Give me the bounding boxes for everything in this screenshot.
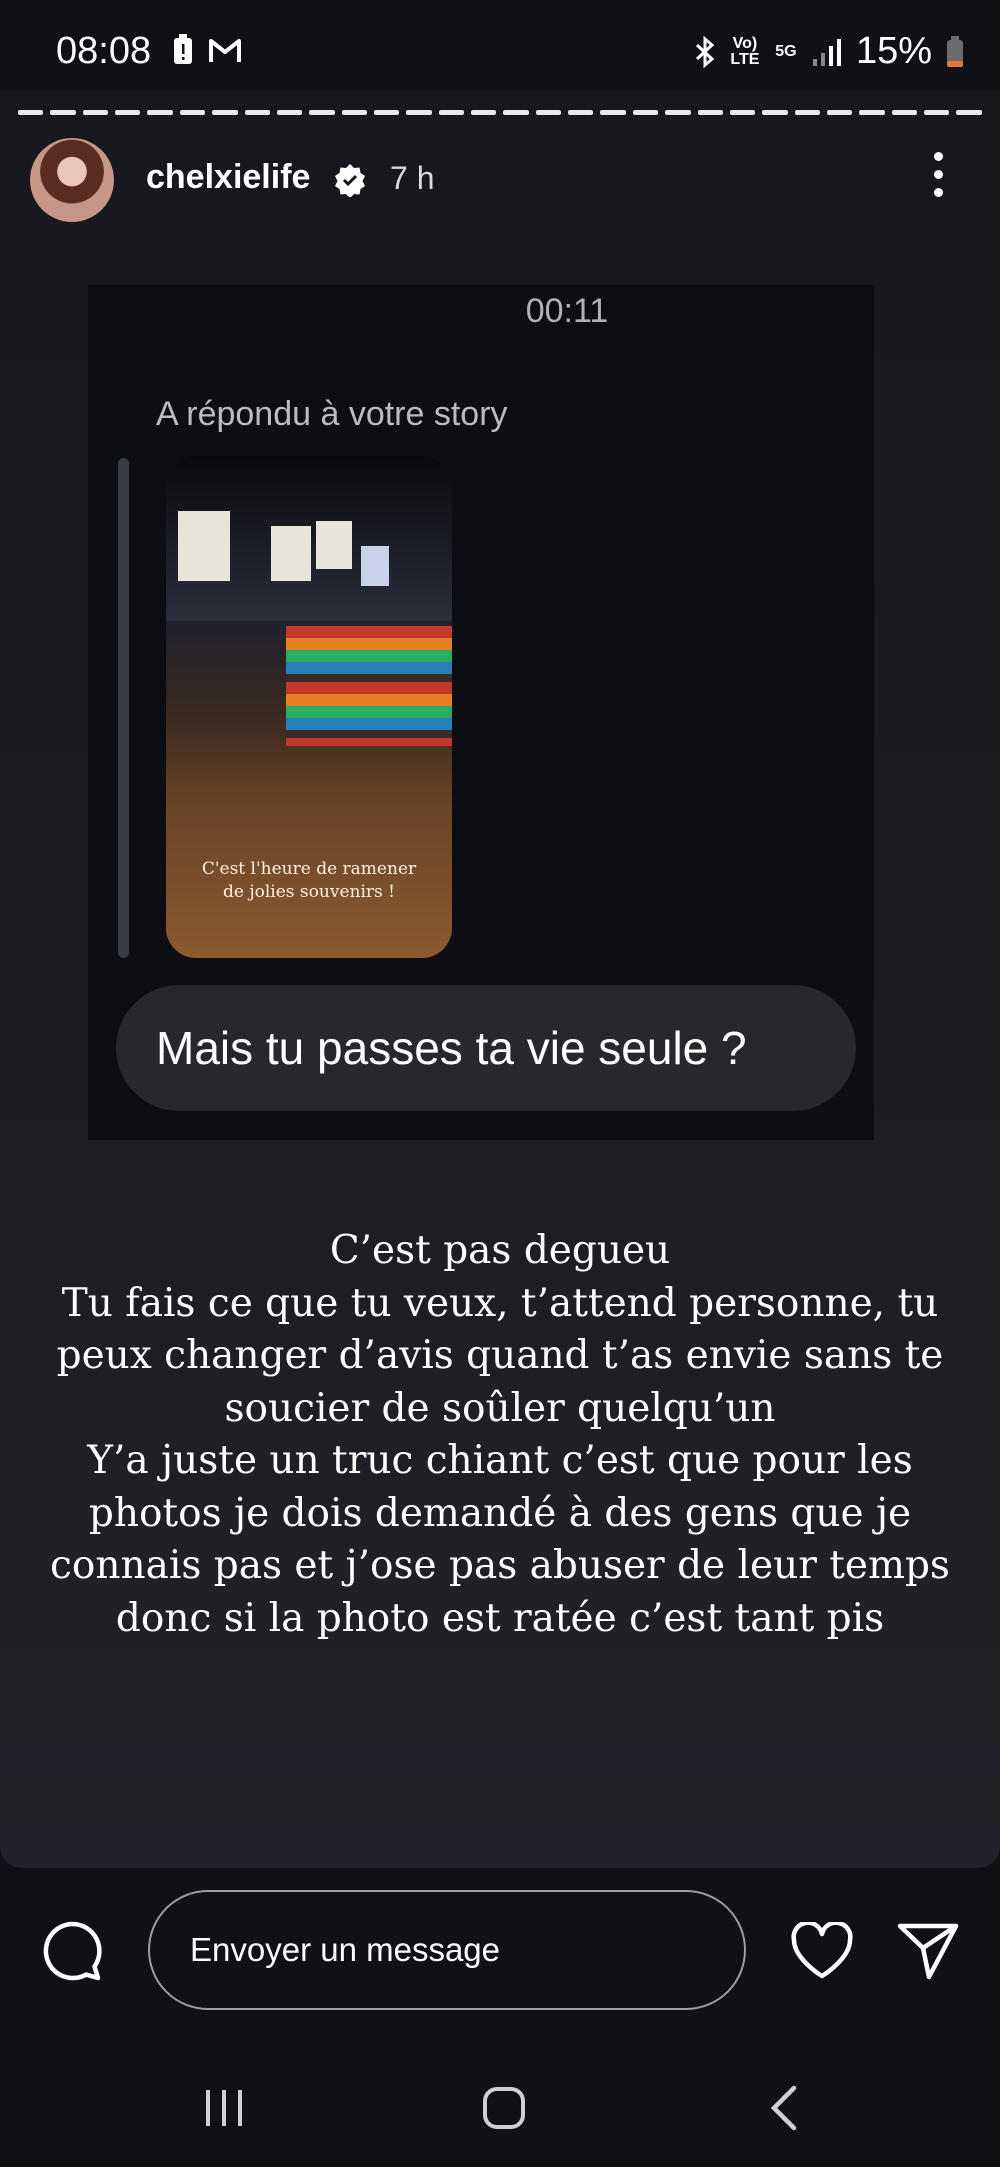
status-time: 08:08 bbox=[56, 30, 152, 72]
story-progress-segment bbox=[244, 110, 270, 115]
caption-line: peux changer d’avis quand t’as envie san… bbox=[56, 1333, 944, 1378]
story-progress-segment bbox=[115, 110, 141, 115]
battery-icon bbox=[947, 35, 963, 67]
story-progress-segment bbox=[212, 110, 238, 115]
story-progress-segment bbox=[147, 110, 173, 115]
message-bubble: Mais tu passes ta vie seule ? bbox=[116, 985, 856, 1111]
battery-percent: 15% bbox=[855, 30, 932, 72]
verified-badge-icon bbox=[335, 164, 365, 197]
story-progress-segment bbox=[179, 110, 206, 115]
caption-line: Tu fais ce que tu veux, t’attend personn… bbox=[61, 1280, 939, 1326]
story-progress-segment bbox=[924, 110, 950, 115]
signal-icon bbox=[812, 38, 841, 66]
volte-indicator: Vo) LTE bbox=[730, 34, 760, 68]
story-progress-segment bbox=[373, 110, 400, 115]
thumbnail-caption: C'est l'heure de ramener de jolies souve… bbox=[201, 859, 417, 902]
story-progress-bar bbox=[18, 110, 982, 116]
story-progress-segment bbox=[891, 110, 918, 115]
story-progress-segment bbox=[794, 110, 820, 115]
story-progress-segment bbox=[82, 110, 109, 115]
story-progress-segment bbox=[503, 110, 529, 115]
replied-to-story-label: A répondu à votre story bbox=[156, 395, 508, 433]
story-progress-segment bbox=[471, 110, 497, 115]
story-progress-segment bbox=[309, 110, 335, 115]
story-progress-segment bbox=[729, 110, 756, 115]
caption-line: donc si la photo est ratée c’est tant pi… bbox=[115, 1595, 885, 1641]
chat-timestamp: 00:11 bbox=[525, 292, 609, 330]
gmail-icon bbox=[209, 39, 241, 62]
story-username[interactable]: chelxielife bbox=[146, 158, 310, 197]
story-progress-segment bbox=[826, 110, 853, 115]
story-caption: C’est pas degueu Tu fais ce que tu veux,… bbox=[40, 1225, 960, 1645]
battery-alert-icon bbox=[174, 34, 192, 64]
heart-icon[interactable] bbox=[790, 1922, 854, 1980]
caption-line: Y’a juste un truc chiant c’est que pour … bbox=[87, 1438, 913, 1483]
more-vertical-icon[interactable] bbox=[928, 152, 948, 212]
story-progress-segment bbox=[632, 110, 659, 115]
story-progress-segment bbox=[276, 110, 303, 115]
5g-indicator: 5G bbox=[775, 42, 797, 60]
recent-apps-icon[interactable] bbox=[202, 2088, 246, 2128]
message-input[interactable] bbox=[148, 1890, 746, 2010]
caption-line: photos je dois demandé à des gens que je bbox=[88, 1490, 912, 1536]
story-progress-segment bbox=[341, 110, 367, 115]
story-progress-segment bbox=[568, 110, 594, 115]
story-reply-thumbnail: C'est l'heure de ramener de jolies souve… bbox=[166, 456, 452, 958]
story-progress-segment bbox=[956, 110, 982, 115]
story-time-ago: 7 h bbox=[390, 160, 435, 196]
status-bar: 08:08 Vo) LTE 5G 15% bbox=[0, 0, 1000, 100]
caption-line: C’est pas degueu bbox=[329, 1228, 671, 1273]
story-progress-segment bbox=[600, 110, 626, 115]
story-progress-segment bbox=[438, 110, 465, 115]
story-progress-segment bbox=[535, 110, 562, 115]
story-progress-segment bbox=[50, 110, 76, 115]
quote-bar bbox=[118, 458, 129, 958]
story-progress-segment bbox=[762, 110, 788, 115]
story-progress-segment bbox=[697, 110, 723, 115]
chat-bubble-icon[interactable] bbox=[42, 1920, 104, 1982]
story-progress-segment bbox=[406, 110, 432, 115]
home-icon[interactable] bbox=[482, 2086, 526, 2130]
send-icon[interactable] bbox=[897, 1922, 959, 1980]
story-progress-segment bbox=[859, 110, 885, 115]
caption-line: soucier de soûler quelqu’un bbox=[224, 1385, 776, 1431]
avatar[interactable] bbox=[30, 138, 114, 222]
caption-line: connais pas et j’ose pas abuser de leur … bbox=[50, 1543, 950, 1588]
story-progress-segment bbox=[665, 110, 691, 115]
bluetooth-icon bbox=[695, 35, 715, 68]
story-progress-segment bbox=[18, 110, 44, 115]
back-icon[interactable] bbox=[768, 2084, 800, 2132]
